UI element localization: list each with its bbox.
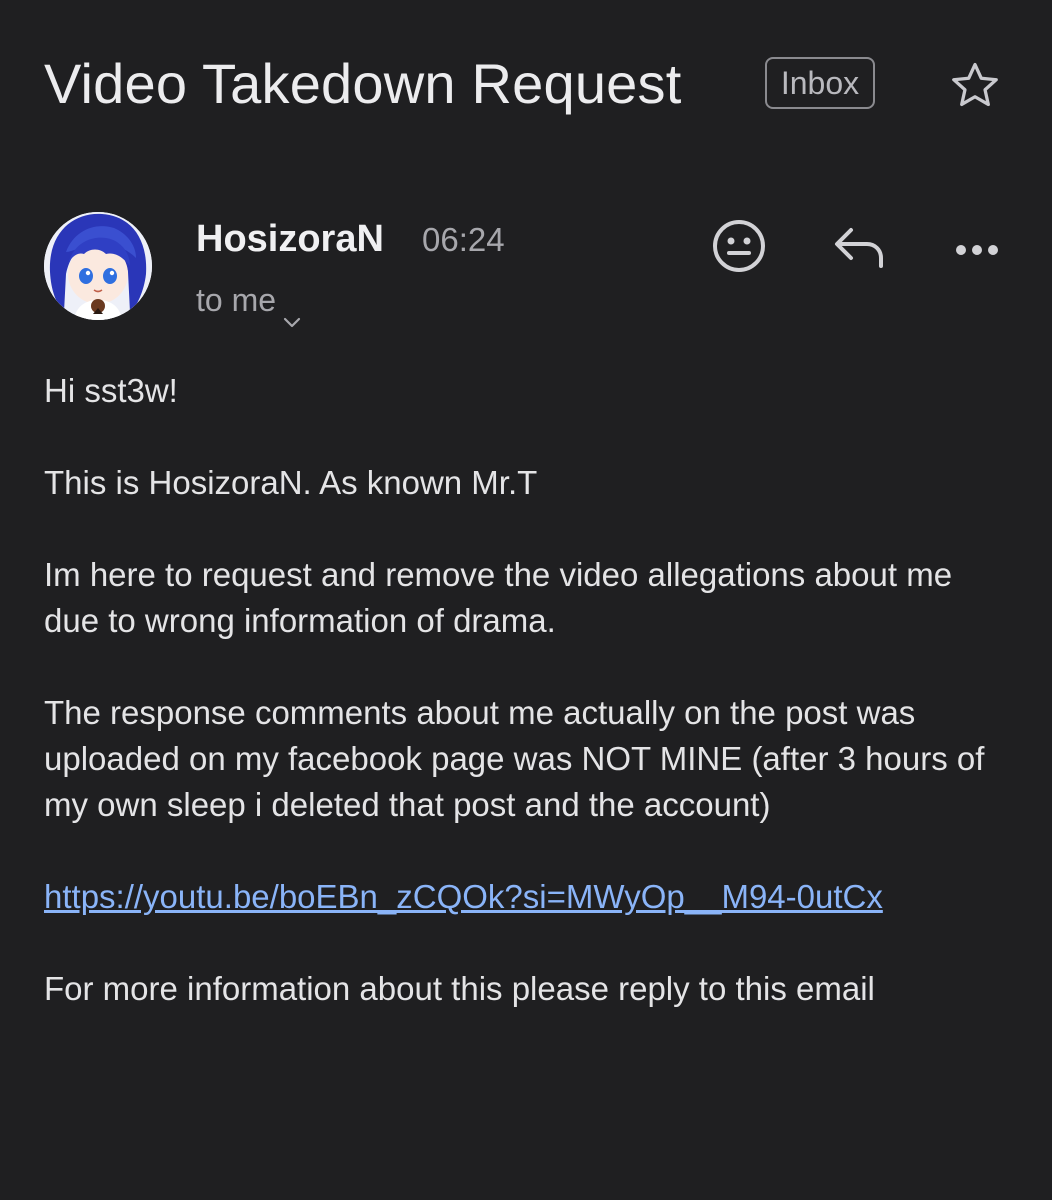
message-greeting: Hi sst3w! bbox=[44, 372, 178, 409]
recipients-toggle[interactable]: to me bbox=[196, 278, 302, 327]
message-closing: For more information about this please r… bbox=[44, 970, 875, 1007]
email-subject: Video Takedown Request bbox=[44, 52, 682, 115]
emoji-reaction-icon[interactable] bbox=[709, 216, 769, 276]
sender-name[interactable]: HosizoraN bbox=[196, 216, 384, 262]
message-header: HosizoraN 06:24 to me bbox=[44, 212, 1014, 332]
avatar[interactable] bbox=[44, 212, 152, 320]
message-body: Hi sst3w! This is HosizoraN. As known Mr… bbox=[44, 368, 1014, 1058]
star-icon[interactable] bbox=[947, 58, 1003, 114]
recipients-text: to me bbox=[196, 282, 277, 318]
message-request: Im here to request and remove the video … bbox=[44, 556, 953, 639]
message-explanation: The response comments about me actually … bbox=[44, 694, 985, 823]
chevron-down-icon bbox=[282, 296, 302, 327]
message-time: 06:24 bbox=[422, 221, 505, 258]
email-view: Video Takedown Request Inbox HosizoraN 0… bbox=[0, 0, 1052, 1200]
more-horizontal-icon[interactable] bbox=[947, 216, 1007, 276]
reply-icon[interactable] bbox=[829, 216, 889, 276]
video-link[interactable]: https://youtu.be/boEBn_zCQOk?si=MWyOp__M… bbox=[44, 874, 1014, 920]
inbox-label-chip[interactable]: Inbox bbox=[765, 57, 875, 109]
subject-row: Video Takedown Request Inbox bbox=[44, 52, 1012, 122]
message-intro: This is HosizoraN. As known Mr.T bbox=[44, 464, 538, 501]
